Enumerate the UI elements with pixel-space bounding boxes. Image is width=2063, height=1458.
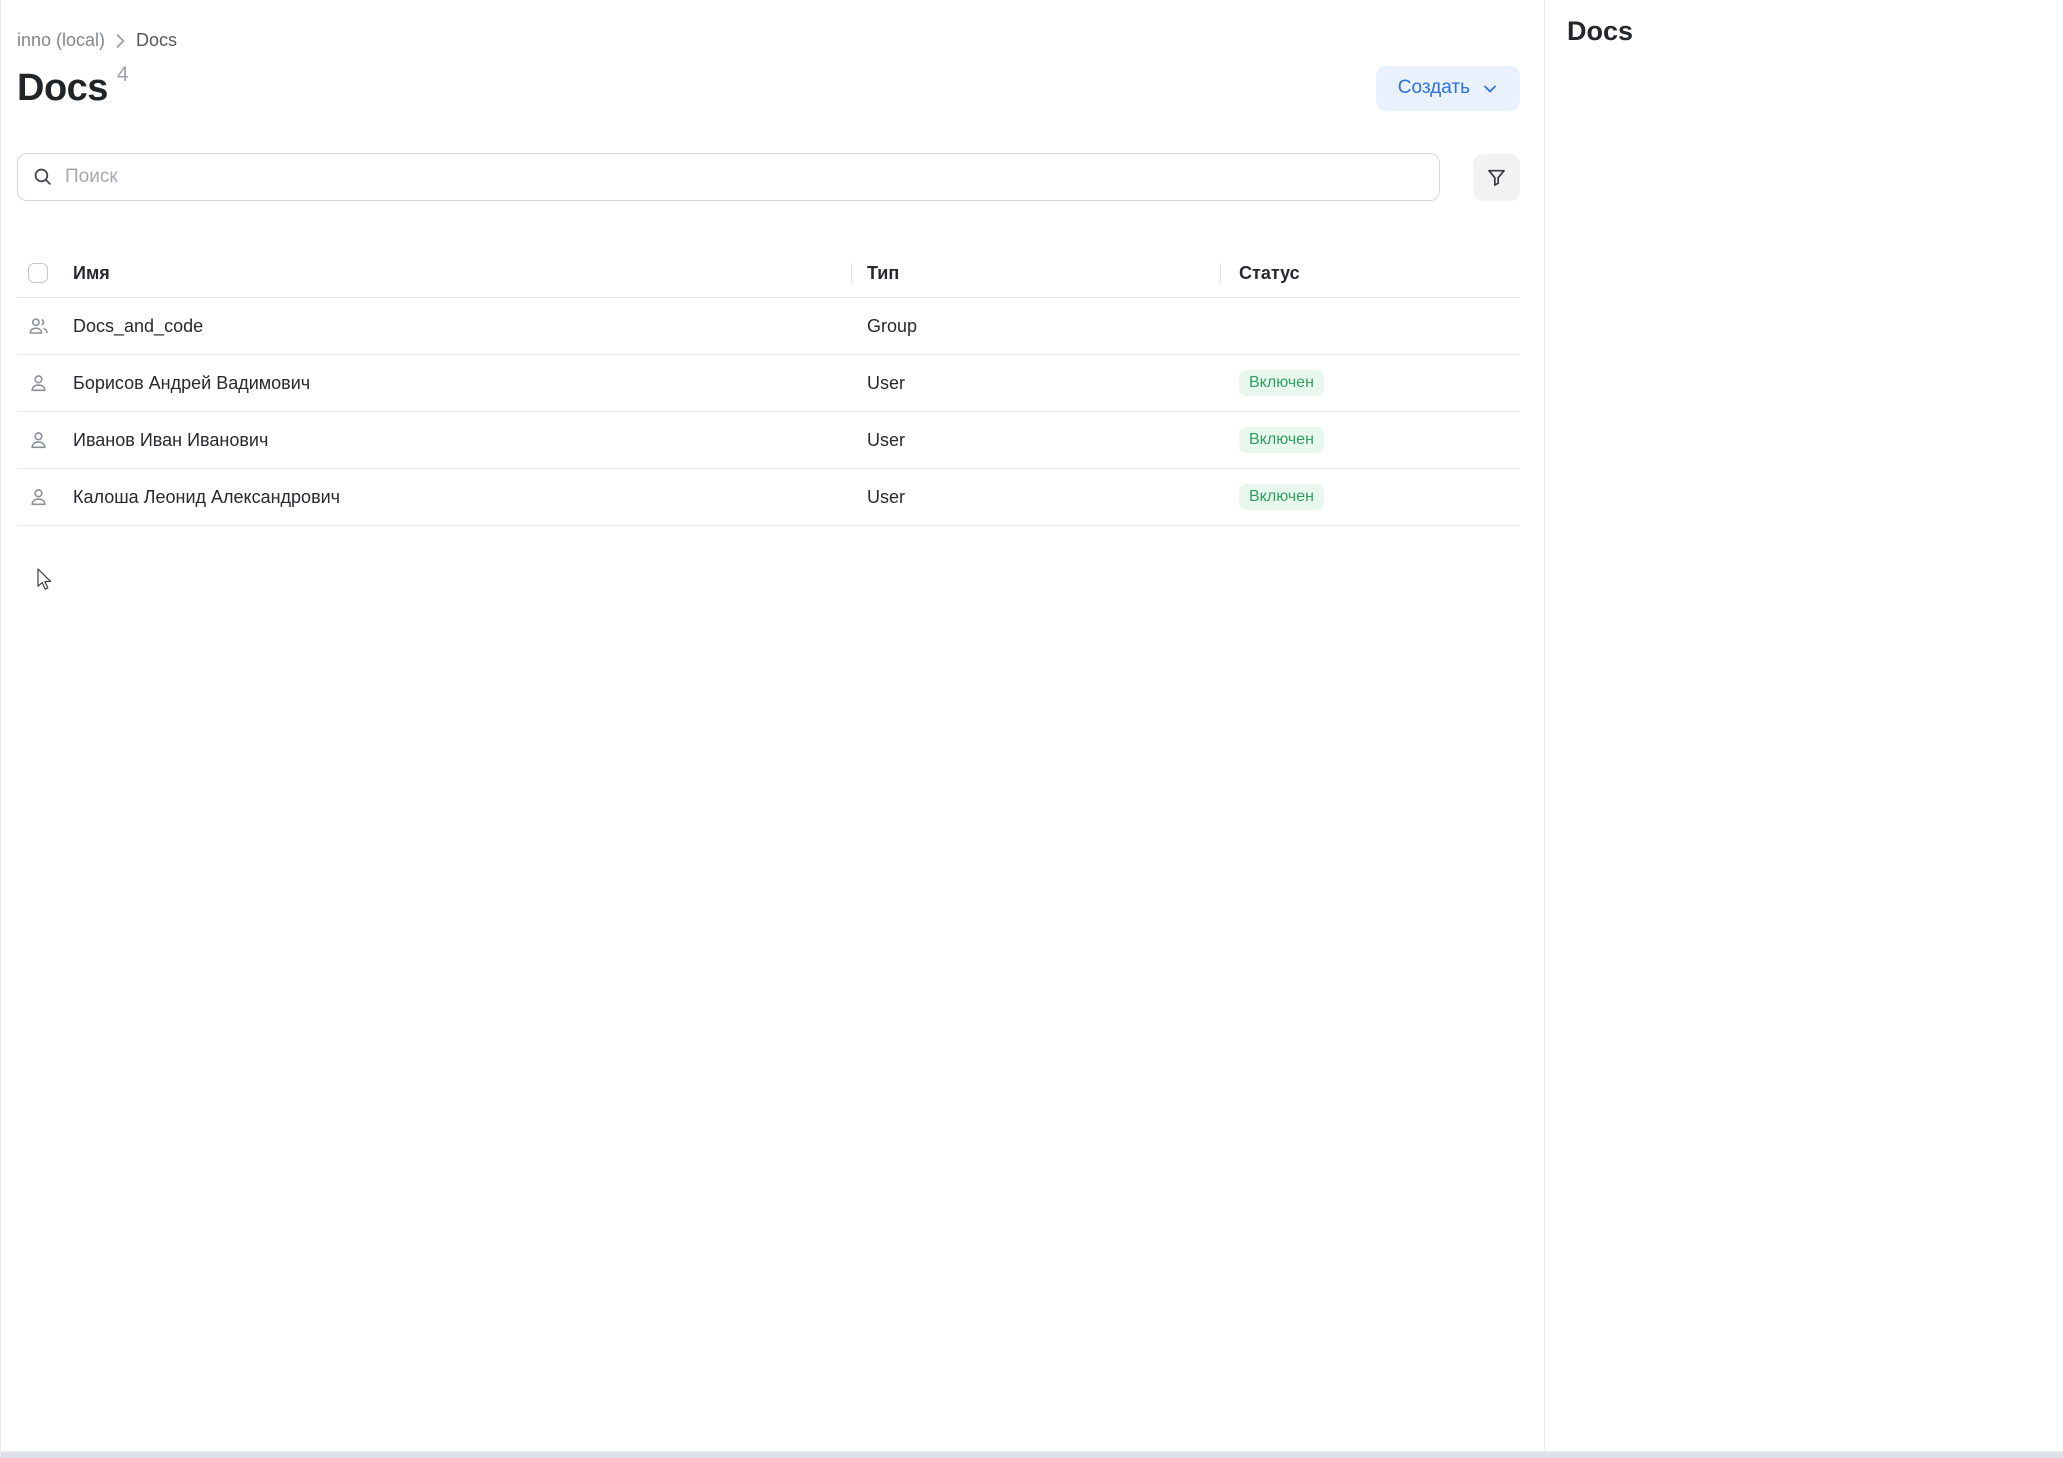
filter-icon bbox=[1486, 167, 1507, 188]
column-separator bbox=[1220, 263, 1221, 283]
breadcrumb-separator-icon bbox=[115, 34, 126, 48]
user-icon bbox=[28, 373, 49, 394]
horizontal-scrollbar[interactable] bbox=[1, 1451, 2063, 1458]
row-type: User bbox=[851, 355, 1220, 411]
user-icon bbox=[28, 487, 49, 508]
app-window: inno (local) Docs Docs 4 Создать bbox=[0, 0, 2063, 1458]
toolbar bbox=[17, 153, 1520, 201]
column-separator bbox=[851, 263, 852, 283]
side-panel-title: Docs bbox=[1567, 16, 2063, 47]
header-select-cell bbox=[17, 263, 73, 283]
row-status: Включен bbox=[1220, 412, 1520, 468]
table-row[interactable]: Калоша Леонид Александрович User Включен bbox=[17, 469, 1520, 526]
select-all-checkbox[interactable] bbox=[28, 263, 48, 283]
group-icon bbox=[28, 316, 49, 337]
row-name: Калоша Леонид Александрович bbox=[73, 487, 851, 508]
row-status: Включен bbox=[1220, 469, 1520, 525]
entity-table: Имя Тип Статус Docs_and_code Group bbox=[17, 249, 1520, 526]
page-header: Docs 4 Создать bbox=[17, 65, 1520, 111]
table-row[interactable]: Борисов Андрей Вадимович User Включен bbox=[17, 355, 1520, 412]
breadcrumb: inno (local) Docs bbox=[17, 30, 1520, 51]
user-icon bbox=[28, 430, 49, 451]
row-name: Docs_and_code bbox=[73, 316, 851, 337]
create-button-label: Создать bbox=[1398, 77, 1470, 99]
status-badge: Включен bbox=[1239, 370, 1324, 396]
status-badge: Включен bbox=[1239, 427, 1324, 453]
row-name: Борисов Андрей Вадимович bbox=[73, 373, 851, 394]
column-header-status[interactable]: Статус bbox=[1220, 249, 1520, 297]
row-type: User bbox=[851, 469, 1220, 525]
entity-count: 4 bbox=[117, 63, 129, 87]
side-panel: Docs bbox=[1544, 0, 2063, 1458]
filter-button[interactable] bbox=[1473, 154, 1520, 201]
mouse-cursor bbox=[37, 568, 54, 591]
table-row[interactable]: Иванов Иван Иванович User Включен bbox=[17, 412, 1520, 469]
column-header-type-label: Тип bbox=[867, 263, 899, 284]
main-panel: inno (local) Docs Docs 4 Создать bbox=[1, 0, 1544, 1458]
breadcrumb-item-root[interactable]: inno (local) bbox=[17, 30, 105, 51]
table-row[interactable]: Docs_and_code Group bbox=[17, 298, 1520, 355]
breadcrumb-item-current: Docs bbox=[136, 30, 177, 51]
search-input[interactable] bbox=[17, 153, 1440, 201]
page-title: Docs bbox=[17, 65, 108, 111]
chevron-down-icon bbox=[1482, 81, 1498, 97]
create-button[interactable]: Создать bbox=[1376, 66, 1520, 111]
row-type: Group bbox=[851, 298, 1220, 354]
table-header-row: Имя Тип Статус bbox=[17, 249, 1520, 298]
row-status bbox=[1220, 298, 1520, 354]
column-header-name[interactable]: Имя bbox=[73, 263, 851, 284]
column-header-type[interactable]: Тип bbox=[851, 249, 1220, 297]
status-badge: Включен bbox=[1239, 484, 1324, 510]
column-header-status-label: Статус bbox=[1239, 263, 1300, 284]
row-type: User bbox=[851, 412, 1220, 468]
row-name: Иванов Иван Иванович bbox=[73, 430, 851, 451]
row-status: Включен bbox=[1220, 355, 1520, 411]
search-icon bbox=[32, 166, 53, 192]
